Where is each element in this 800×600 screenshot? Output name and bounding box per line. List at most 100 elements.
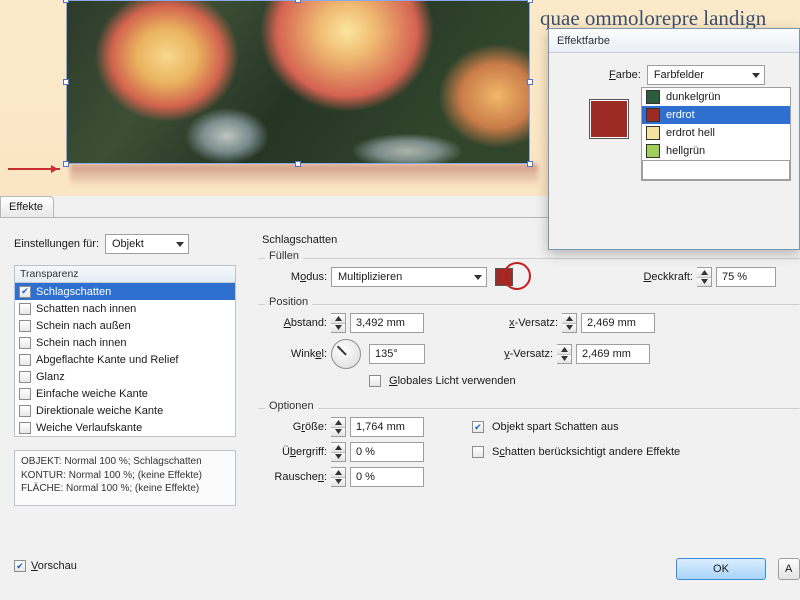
spinner-down-icon[interactable] <box>557 355 571 364</box>
opacity-input[interactable]: 75 % <box>716 267 776 287</box>
size-spinner[interactable] <box>331 417 346 437</box>
selection-handle[interactable] <box>295 161 301 167</box>
effect-item-abgeflachte-kante[interactable]: Abgeflachte Kante und Relief <box>15 351 235 368</box>
popup-title[interactable]: Effektfarbe <box>549 29 799 53</box>
y-offset-spinner[interactable] <box>557 344 572 364</box>
effect-item-schein-innen[interactable]: Schein nach innen <box>15 334 235 351</box>
effects-panel-tab-label: Effekte <box>9 201 43 213</box>
swatch-icon <box>646 90 660 104</box>
spinner-up-icon[interactable] <box>562 314 576 324</box>
selection-handle[interactable] <box>63 0 69 3</box>
effect-checkbox[interactable] <box>19 303 31 315</box>
effects-panel-tab[interactable]: Effekte <box>0 196 54 218</box>
color-row-hellgruen[interactable]: hellgrün <box>642 142 790 160</box>
selection-handle[interactable] <box>63 79 69 85</box>
settings-for-dropdown[interactable]: Objekt <box>105 234 189 254</box>
spinner-up-icon[interactable] <box>697 268 711 278</box>
effect-label: Direktionale weiche Kante <box>36 405 163 417</box>
spread-label: Übergriff: <box>269 446 327 458</box>
preview-checkbox[interactable] <box>14 560 26 572</box>
spread-input[interactable]: 0 % <box>350 442 424 462</box>
effect-item-glanz[interactable]: Glanz <box>15 368 235 385</box>
effects-list-header[interactable]: Transparenz <box>15 266 235 283</box>
spread-spinner[interactable] <box>331 442 346 462</box>
object-knockout-label: Objekt spart Schatten aus <box>492 421 619 433</box>
color-filter-input[interactable] <box>642 160 790 180</box>
effect-checkbox[interactable] <box>19 337 31 349</box>
spinner-down-icon[interactable] <box>562 324 576 333</box>
selected-image-frame[interactable] <box>66 0 530 164</box>
noise-spinner[interactable] <box>331 467 346 487</box>
annotation-arrow <box>8 168 60 170</box>
settings-for-label: Einstellungen für: <box>14 238 99 250</box>
shadow-honors-effects-checkbox[interactable] <box>472 446 484 458</box>
x-offset-input[interactable]: 2,469 mm <box>581 313 655 333</box>
effect-label: Schein nach außen <box>36 320 131 332</box>
spinner-down-icon[interactable] <box>331 478 345 487</box>
object-knockout-checkbox[interactable] <box>472 421 484 433</box>
color-row-erdrot[interactable]: erdrot <box>642 106 790 124</box>
spinner-down-icon[interactable] <box>331 324 345 333</box>
spinner-up-icon[interactable] <box>331 418 345 428</box>
effect-label: Einfache weiche Kante <box>36 388 148 400</box>
noise-value: 0 % <box>356 471 375 483</box>
noise-input[interactable]: 0 % <box>350 467 424 487</box>
shadow-honors-effects-label: Schatten berücksichtigt andere Effekte <box>492 446 680 458</box>
x-offset-spinner[interactable] <box>562 313 577 333</box>
color-row-erdrot-hell[interactable]: erdrot hell <box>642 124 790 142</box>
swatch-name: hellgrün <box>666 145 705 157</box>
selection-handle[interactable] <box>63 161 69 167</box>
effect-item-schlagschatten[interactable]: Schlagschatten <box>15 283 235 300</box>
distance-input[interactable]: 3,492 mm <box>350 313 424 333</box>
size-input[interactable]: 1,764 mm <box>350 417 424 437</box>
effect-item-weiche-verlaufskante[interactable]: Weiche Verlaufskante <box>15 419 235 436</box>
status-line: OBJEKT: Normal 100 %; Schlagschatten <box>21 455 229 469</box>
distance-label: Abstand: <box>269 317 327 329</box>
effect-checkbox[interactable] <box>19 405 31 417</box>
distance-spinner[interactable] <box>331 313 346 333</box>
spinner-up-icon[interactable] <box>331 443 345 453</box>
effect-item-weiche-kante-einfach[interactable]: Einfache weiche Kante <box>15 385 235 402</box>
angle-input[interactable]: 135° <box>369 344 425 364</box>
effect-checkbox[interactable] <box>19 388 31 400</box>
mode-dropdown[interactable]: Multiplizieren <box>331 267 487 287</box>
options-legend: Optionen <box>265 400 318 412</box>
effect-checkbox[interactable] <box>19 320 31 332</box>
y-offset-input[interactable]: 2,469 mm <box>576 344 650 364</box>
effect-checkbox[interactable] <box>19 286 31 298</box>
effect-checkbox[interactable] <box>19 354 31 366</box>
effect-checkbox[interactable] <box>19 422 31 434</box>
selection-handle[interactable] <box>527 79 533 85</box>
effects-status-summary: OBJEKT: Normal 100 %; Schlagschatten KON… <box>14 450 236 506</box>
color-source-value: Farbfelder <box>654 69 704 81</box>
effect-item-weiche-kante-direktional[interactable]: Direktionale weiche Kante <box>15 402 235 419</box>
selection-handle[interactable] <box>295 0 301 3</box>
x-offset-value: 2,469 mm <box>587 317 636 329</box>
mode-color-swatch[interactable] <box>495 268 513 286</box>
spinner-up-icon[interactable] <box>331 314 345 324</box>
spinner-down-icon[interactable] <box>331 453 345 462</box>
preview-label: Vorschau <box>31 560 77 572</box>
color-source-dropdown[interactable]: Farbfelder <box>647 65 765 85</box>
spinner-down-icon[interactable] <box>331 428 345 437</box>
effect-item-schein-aussen[interactable]: Schein nach außen <box>15 317 235 334</box>
x-offset-label: x-Versatz: <box>428 317 558 329</box>
global-light-checkbox[interactable] <box>369 375 381 387</box>
selection-handle[interactable] <box>527 0 533 3</box>
current-color-swatch <box>589 99 629 139</box>
angle-dial[interactable] <box>331 339 361 369</box>
preview-checkbox-row[interactable]: Vorschau <box>14 560 77 572</box>
selection-handle[interactable] <box>527 161 533 167</box>
spinner-down-icon[interactable] <box>697 278 711 287</box>
spinner-up-icon[interactable] <box>331 468 345 478</box>
effect-item-schatten-innen[interactable]: Schatten nach innen <box>15 300 235 317</box>
secondary-button[interactable]: A <box>778 558 800 580</box>
color-row-dunkelgruen[interactable]: dunkelgrün <box>642 88 790 106</box>
spinner-up-icon[interactable] <box>557 345 571 355</box>
effect-checkbox[interactable] <box>19 371 31 383</box>
ok-button[interactable]: OK <box>676 558 766 580</box>
distance-value: 3,492 mm <box>356 317 405 329</box>
opacity-label: Deckkraft: <box>517 271 693 283</box>
opacity-spinner[interactable] <box>697 267 712 287</box>
noise-label: Rauschen: <box>269 471 327 483</box>
